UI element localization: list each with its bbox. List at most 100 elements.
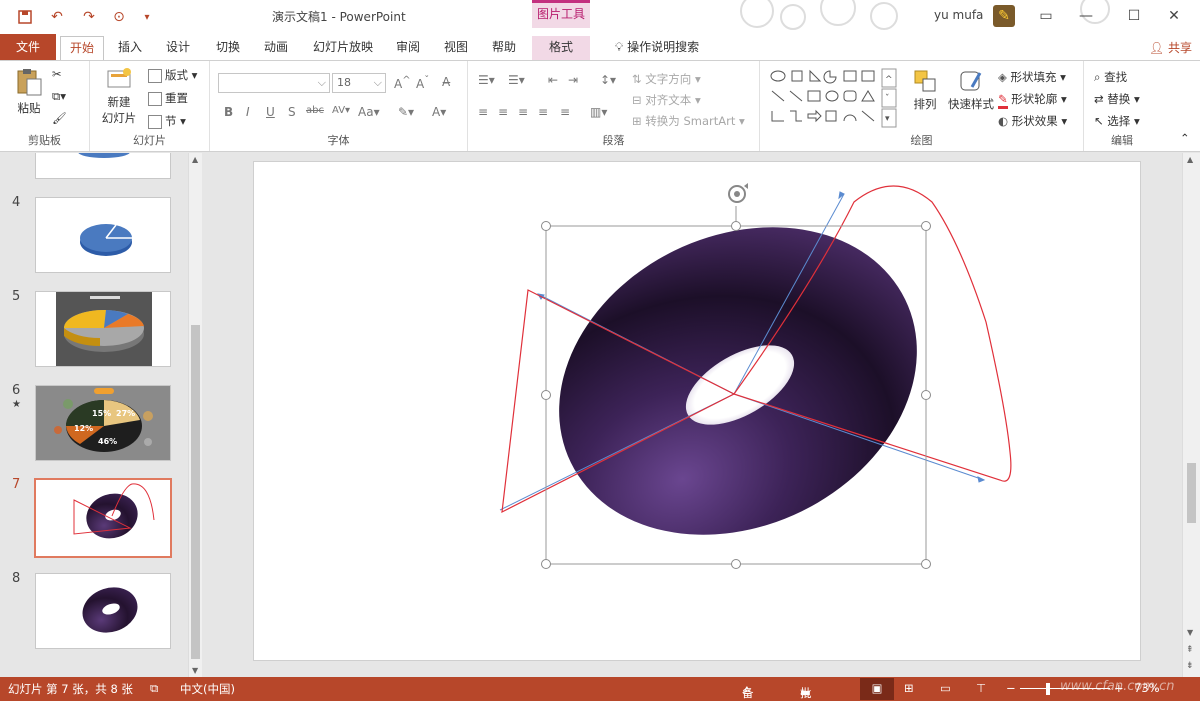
align-left-icon[interactable]: ≡ [478, 105, 488, 119]
tab-slideshow[interactable]: 幻灯片放映 [306, 36, 380, 60]
underline-icon[interactable]: U [266, 105, 275, 119]
copy-icon[interactable]: ⧉▾ [52, 89, 66, 104]
font-size-select[interactable]: 18 ⌵ [332, 73, 386, 93]
find-button[interactable]: ⌕ 查找 [1094, 69, 1127, 85]
torus-3d-image[interactable] [507, 169, 968, 593]
slide-thumbnail[interactable]: 15% 27% 12% 46% [35, 385, 171, 461]
undo-icon[interactable]: ↶ [46, 6, 68, 28]
change-case-icon[interactable]: Aa▾ [358, 105, 380, 119]
previous-slide-icon[interactable]: ⇞ [1186, 645, 1194, 655]
distributed-icon[interactable]: ≡ [560, 105, 570, 119]
tab-design[interactable]: 设计 [158, 36, 198, 60]
scrollbar-thumb[interactable] [1187, 463, 1196, 523]
tab-help[interactable]: 帮助 [484, 36, 524, 60]
tab-view[interactable]: 视图 [436, 36, 476, 60]
new-slide-button[interactable]: 新建 幻灯片 [96, 67, 142, 126]
scroll-up-icon[interactable]: ▲ [192, 155, 198, 164]
numbering-icon[interactable]: ☰▾ [508, 73, 525, 87]
format-painter-icon[interactable]: 🖌︎ [52, 111, 67, 125]
section-button[interactable]: 节 ▾ [148, 113, 186, 129]
decrease-font-icon[interactable]: Aˇ [416, 75, 429, 91]
italic-icon[interactable]: I [246, 105, 250, 119]
redo-icon[interactable]: ↷ [78, 6, 100, 28]
bold-icon[interactable]: B [224, 105, 233, 119]
spell-check-icon[interactable]: ⧉ [150, 681, 158, 696]
thumbnail-scrollbar[interactable]: ▲ ▼ [188, 153, 202, 677]
tab-insert[interactable]: 插入 [110, 36, 150, 60]
align-right-icon[interactable]: ≡ [518, 105, 528, 119]
text-direction-button[interactable]: ⇅ 文字方向 ▾ [632, 71, 701, 87]
rotate-handle-icon[interactable] [728, 183, 748, 203]
ribbon-display-options-icon[interactable]: ▭ [1034, 5, 1058, 27]
slide-sorter-icon[interactable]: ⊞ [904, 681, 914, 695]
select-button[interactable]: ↖ 选择 ▾ [1094, 113, 1140, 129]
shape-outline-button[interactable]: ✎ 形状轮廓 ▾ [998, 91, 1067, 109]
character-spacing-icon[interactable]: AV▾ [332, 105, 350, 116]
strikethrough-icon[interactable]: abc [306, 105, 324, 116]
current-slide[interactable] [253, 161, 1141, 661]
minimize-icon[interactable]: — [1074, 5, 1098, 27]
highlight-icon[interactable]: ✎▾ [398, 105, 414, 119]
tab-review[interactable]: 审阅 [388, 36, 428, 60]
increase-font-icon[interactable]: A^ [394, 75, 411, 91]
slide-thumbnail[interactable] [35, 153, 171, 179]
shape-fill-button[interactable]: ◈ 形状填充 ▾ [998, 69, 1066, 85]
align-center-icon[interactable]: ≡ [498, 105, 508, 119]
drawing-label: 绘图 [910, 134, 933, 147]
normal-view-icon[interactable]: ▣ [860, 678, 894, 700]
zoom-out-icon[interactable]: − [1006, 681, 1016, 695]
increase-indent-icon[interactable]: ⇥ [568, 73, 578, 87]
font-color-icon[interactable]: A▾ [432, 105, 446, 119]
slideshow-view-icon[interactable]: ⊤ [976, 681, 986, 695]
quick-styles-button[interactable]: 快速样式 [946, 69, 996, 112]
customize-quick-access-icon[interactable]: ▾ [136, 6, 158, 28]
smartart-button[interactable]: ⊞ 转换为 SmartArt ▾ [632, 113, 745, 129]
line-spacing-icon[interactable]: ↕▾ [600, 73, 616, 87]
share-button[interactable]: 👤︎ 共享 [1149, 39, 1192, 56]
save-icon[interactable] [14, 6, 36, 28]
slide-thumbnail[interactable] [35, 573, 171, 649]
close-icon[interactable]: ✕ [1162, 5, 1186, 27]
shapes-gallery[interactable]: ^ ˇ ▾ [768, 67, 900, 129]
font-name-select[interactable]: ⌵ [218, 73, 330, 93]
align-text-label: 对齐文本 [645, 93, 692, 107]
collapse-ribbon-icon[interactable]: ⌃ [1180, 131, 1190, 145]
slide-thumbnail-selected[interactable] [34, 478, 172, 558]
bullets-icon[interactable]: ☰▾ [478, 73, 495, 87]
shadow-icon[interactable]: S [288, 105, 296, 119]
tab-format[interactable]: 格式 [532, 36, 590, 60]
tell-me-search[interactable]: 💡︎ 操作说明搜索 [602, 36, 712, 60]
avatar[interactable]: ✎ [993, 5, 1015, 27]
shape-effects-button[interactable]: ◐ 形状效果 ▾ [998, 113, 1067, 129]
reading-view-icon[interactable]: ▭ [940, 681, 951, 695]
layout-button[interactable]: 版式 ▾ [148, 67, 197, 83]
reset-button[interactable]: 重置 [148, 90, 188, 106]
justify-icon[interactable]: ≡ [538, 105, 548, 119]
slide-scrollbar[interactable]: ▲ ▼ ⇞ ⇟ [1182, 153, 1200, 677]
maximize-icon[interactable]: ☐ [1122, 5, 1146, 27]
scrollbar-thumb[interactable] [191, 325, 200, 659]
next-slide-icon[interactable]: ⇟ [1186, 661, 1194, 671]
scroll-up-icon[interactable]: ▲ [1187, 155, 1193, 164]
decrease-indent-icon[interactable]: ⇤ [548, 73, 558, 87]
tab-transitions[interactable]: 切换 [208, 36, 248, 60]
zoom-slider-handle[interactable] [1046, 683, 1050, 695]
tab-file[interactable]: 文件 [0, 34, 56, 60]
scroll-down-icon[interactable]: ▼ [192, 666, 198, 675]
columns-icon[interactable]: ▥▾ [590, 105, 607, 119]
user-name[interactable]: yu mufa [934, 8, 983, 22]
slide-thumbnail[interactable] [35, 197, 171, 273]
replace-button[interactable]: ⇄ 替换 ▾ [1094, 91, 1140, 107]
arrange-button[interactable]: 排列 [910, 69, 940, 112]
scroll-down-icon[interactable]: ▼ [1187, 628, 1193, 637]
paste-button[interactable]: 粘贴 [12, 67, 46, 116]
slide-thumbnail[interactable] [35, 291, 171, 367]
clear-formatting-icon[interactable]: A̶ [442, 75, 450, 89]
start-from-beginning-icon[interactable]: ⊙ [108, 6, 130, 28]
align-text-button[interactable]: ⊟ 对齐文本 ▾ [632, 92, 701, 108]
cut-icon[interactable]: ✂ [52, 67, 62, 81]
tab-animations[interactable]: 动画 [256, 36, 296, 60]
chevron-down-icon: ⌵ [317, 76, 326, 89]
language-indicator[interactable]: 中文(中国) [180, 681, 235, 697]
tab-home[interactable]: 开始 [60, 36, 104, 60]
